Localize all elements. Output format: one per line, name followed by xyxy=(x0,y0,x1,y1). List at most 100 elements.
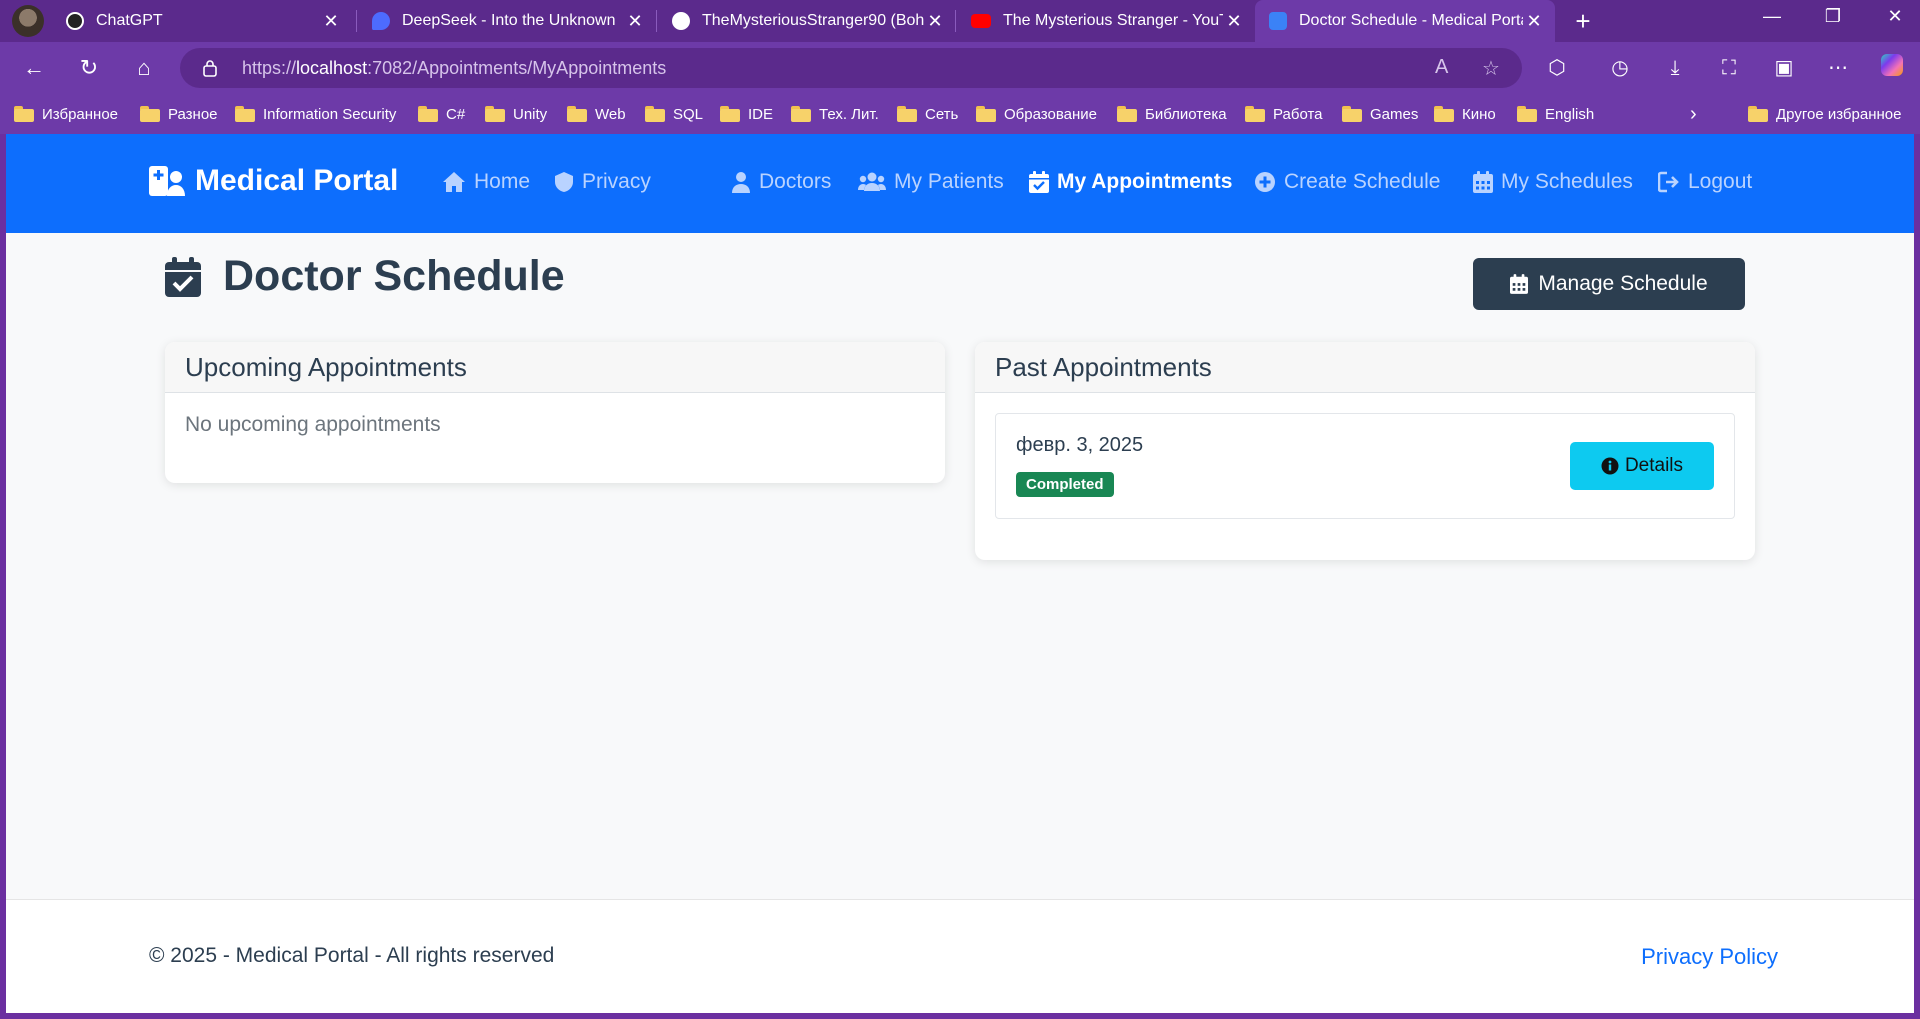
bookmarks-bar: Избранное Разное Information Security C#… xyxy=(0,94,1920,134)
bookmark-folder[interactable]: Тех. Лит. xyxy=(791,102,879,126)
youtube-icon xyxy=(971,14,991,28)
past-appointments-card: Past Appointments февр. 3, 2025 Complete… xyxy=(975,342,1755,560)
address-bar[interactable]: https://localhost:7082/Appointments/MyAp… xyxy=(180,48,1522,88)
bookmark-folder[interactable]: Образование xyxy=(976,102,1097,126)
bookmark-folder[interactable]: Web xyxy=(567,102,626,126)
home-icon[interactable]: ⌂ xyxy=(128,52,160,84)
folder-icon xyxy=(485,106,505,122)
close-tab-icon[interactable]: ✕ xyxy=(1223,11,1245,32)
folder-icon xyxy=(1517,106,1537,122)
downloads-icon[interactable]: ⤓ xyxy=(1661,54,1689,82)
folder-icon xyxy=(791,106,811,122)
nav-logout-label: Logout xyxy=(1688,170,1753,193)
tab-title: Doctor Schedule - Medical Portal xyxy=(1299,12,1523,29)
bookmark-folder[interactable]: Библиотека xyxy=(1117,102,1227,126)
bookmark-folder[interactable]: C# xyxy=(418,102,465,126)
calendar-icon xyxy=(1510,274,1529,294)
nav-create-schedule[interactable]: Create Schedule xyxy=(1254,170,1440,194)
close-tab-icon[interactable]: ✕ xyxy=(1523,11,1545,32)
collections-icon[interactable]: ▣ xyxy=(1770,54,1798,82)
history-icon[interactable]: ◷ xyxy=(1606,54,1634,82)
close-window-icon[interactable]: ✕ xyxy=(1875,6,1915,27)
upcoming-appointments-card: Upcoming Appointments No upcoming appoin… xyxy=(165,342,945,483)
folder-icon xyxy=(567,106,587,122)
tab-title: DeepSeek - Into the Unknown xyxy=(402,12,616,29)
details-label: Details xyxy=(1624,455,1684,476)
app-navbar: Medical Portal Home Privacy Doctors My P… xyxy=(6,134,1914,233)
profile-avatar[interactable] xyxy=(12,5,44,37)
tab-deepseek[interactable]: DeepSeek - Into the Unknown ✕ xyxy=(358,0,656,42)
new-tab-icon[interactable]: + xyxy=(1568,6,1598,37)
page-title-text: Doctor Schedule xyxy=(223,252,565,300)
nav-privacy[interactable]: Privacy xyxy=(554,170,651,194)
close-tab-icon[interactable]: ✕ xyxy=(624,11,646,32)
users-icon xyxy=(858,172,886,191)
tab-chatgpt[interactable]: ChatGPT ✕ xyxy=(52,0,352,42)
nav-home[interactable]: Home xyxy=(442,170,530,194)
close-tab-icon[interactable]: ✕ xyxy=(924,11,946,32)
nav-my-appointments[interactable]: My Appointments xyxy=(1029,170,1232,194)
bookmarks-overflow-chevron-icon[interactable]: › xyxy=(1690,102,1697,126)
extensions-icon[interactable]: ⬡ xyxy=(1543,54,1571,82)
folder-icon xyxy=(897,106,917,122)
other-bookmarks-folder[interactable]: Другое избранное xyxy=(1748,102,1901,126)
bookmark-folder[interactable]: Работа xyxy=(1245,102,1323,126)
tab-separator xyxy=(356,10,357,32)
reload-icon[interactable]: ↻ xyxy=(73,52,105,84)
info-circle-icon xyxy=(1601,457,1619,475)
calendar-check-icon xyxy=(165,256,201,297)
bookmark-folder[interactable]: Сеть xyxy=(897,102,958,126)
tab-title: The Mysterious Stranger - YouTub xyxy=(1003,12,1223,29)
nav-logout[interactable]: Logout xyxy=(1658,170,1752,194)
brand-name: Medical Portal xyxy=(195,164,399,197)
back-icon[interactable]: ← xyxy=(18,52,50,84)
bookmark-folder[interactable]: SQL xyxy=(645,102,703,126)
brand-link[interactable]: Medical Portal xyxy=(149,164,398,198)
page-viewport: Medical Portal Home Privacy Doctors My P… xyxy=(6,134,1914,1013)
tab-doctor-schedule[interactable]: Doctor Schedule - Medical Portal ✕ xyxy=(1255,0,1555,42)
nav-my-schedules[interactable]: My Schedules xyxy=(1473,170,1633,194)
bookmark-folder[interactable]: English xyxy=(1517,102,1594,126)
nav-doctors[interactable]: Doctors xyxy=(731,170,831,194)
bookmark-folder[interactable]: Разное xyxy=(140,102,218,126)
nav-create-schedule-label: Create Schedule xyxy=(1284,170,1441,193)
logout-icon xyxy=(1658,171,1679,193)
user-doctor-icon xyxy=(732,172,750,193)
appointment-item: февр. 3, 2025 Completed Details xyxy=(995,413,1735,519)
privacy-policy-link[interactable]: Privacy Policy xyxy=(1641,944,1778,970)
bookmark-folder[interactable]: Кино xyxy=(1434,102,1496,126)
read-aloud-icon[interactable]: A xyxy=(1435,56,1448,79)
minimize-icon[interactable]: — xyxy=(1752,6,1792,27)
tab-separator xyxy=(656,10,657,32)
url-text[interactable]: https://localhost:7082/Appointments/MyAp… xyxy=(242,58,666,79)
portal-icon xyxy=(1269,12,1287,30)
copyright-text: © 2025 - Medical Portal - All rights res… xyxy=(149,944,555,967)
folder-icon xyxy=(645,106,665,122)
folder-icon xyxy=(235,106,255,122)
details-button[interactable]: Details xyxy=(1570,442,1714,490)
calendar-check-icon xyxy=(1029,171,1049,193)
bookmark-folder[interactable]: Избранное xyxy=(14,102,118,126)
footer: © 2025 - Medical Portal - All rights res… xyxy=(6,899,1914,1013)
chatgpt-icon xyxy=(66,12,84,30)
manage-schedule-button[interactable]: Manage Schedule xyxy=(1473,258,1745,310)
bookmark-folder[interactable]: Unity xyxy=(485,102,547,126)
appointment-date: февр. 3, 2025 xyxy=(1016,434,1144,456)
folder-icon xyxy=(1245,106,1265,122)
close-tab-icon[interactable]: ✕ xyxy=(320,11,342,32)
nav-my-patients[interactable]: My Patients xyxy=(858,170,1004,194)
tab-github[interactable]: TheMysteriousStranger90 (Bohdan ✕ xyxy=(658,0,956,42)
folder-icon xyxy=(1117,106,1137,122)
favorite-star-icon[interactable]: ☆ xyxy=(1482,56,1500,81)
lock-icon[interactable] xyxy=(202,59,218,77)
restore-icon[interactable]: ❐ xyxy=(1813,6,1853,27)
tab-youtube[interactable]: The Mysterious Stranger - YouTub ✕ xyxy=(957,0,1255,42)
copilot-icon[interactable] xyxy=(1878,54,1906,82)
bookmark-folder[interactable]: Information Security xyxy=(235,102,396,126)
more-menu-icon[interactable]: ⋯ xyxy=(1824,54,1852,82)
bookmark-folder[interactable]: Games xyxy=(1342,102,1418,126)
bookmark-folder[interactable]: IDE xyxy=(720,102,773,126)
past-card-header: Past Appointments xyxy=(975,342,1755,393)
screenshot-icon[interactable]: ⛶ xyxy=(1715,54,1743,82)
folder-icon xyxy=(1748,106,1768,122)
